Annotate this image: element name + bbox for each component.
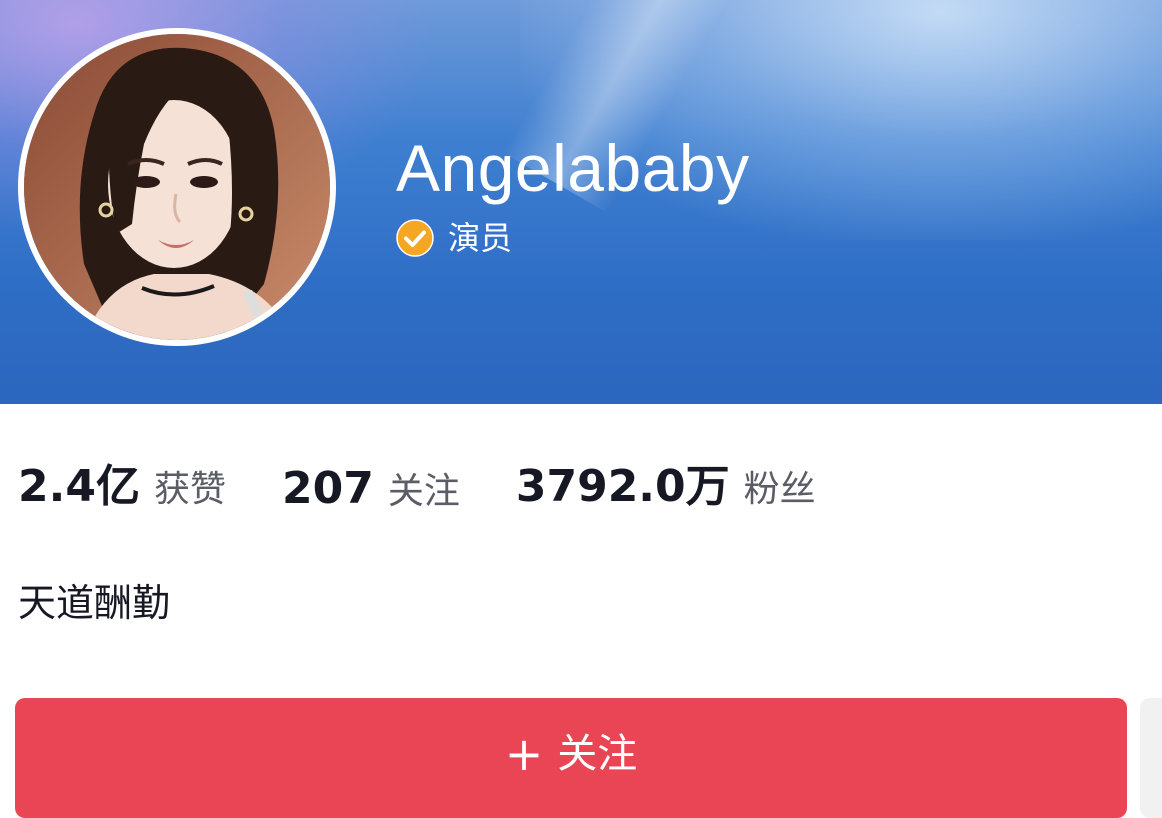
stat-following[interactable]: 207 关注 (282, 462, 460, 514)
follow-button-label: 关注 (557, 731, 638, 777)
avatar[interactable] (18, 28, 336, 346)
stat-likes[interactable]: 2.4亿 获赞 (18, 450, 226, 514)
profile-bio: 天道酬勤 (18, 581, 171, 625)
stat-followers-label: 粉丝 (743, 469, 816, 510)
stat-followers[interactable]: 3792.0万 粉丝 (516, 450, 816, 514)
stat-following-value: 207 (281, 463, 374, 514)
secondary-action-button[interactable] (1140, 698, 1162, 818)
stat-likes-value: 2.4亿 (18, 461, 140, 512)
verification-label: 演员 (448, 219, 513, 257)
profile-header: Angelababy 演员 (0, 0, 1162, 404)
stat-likes-label: 获赞 (153, 469, 226, 510)
avatar-photo (24, 34, 330, 340)
verification-row: 演员 (396, 218, 512, 258)
profile-name: Angelababy (396, 131, 750, 205)
stat-followers-value: 3792.0万 (515, 461, 730, 512)
stat-following-label: 关注 (387, 471, 460, 512)
profile-stats: 2.4亿 获赞 207 关注 3792.0万 粉丝 (18, 461, 816, 514)
plus-icon: + (504, 727, 544, 781)
verified-badge-icon (396, 219, 434, 257)
follow-button[interactable]: + 关注 (15, 698, 1127, 818)
